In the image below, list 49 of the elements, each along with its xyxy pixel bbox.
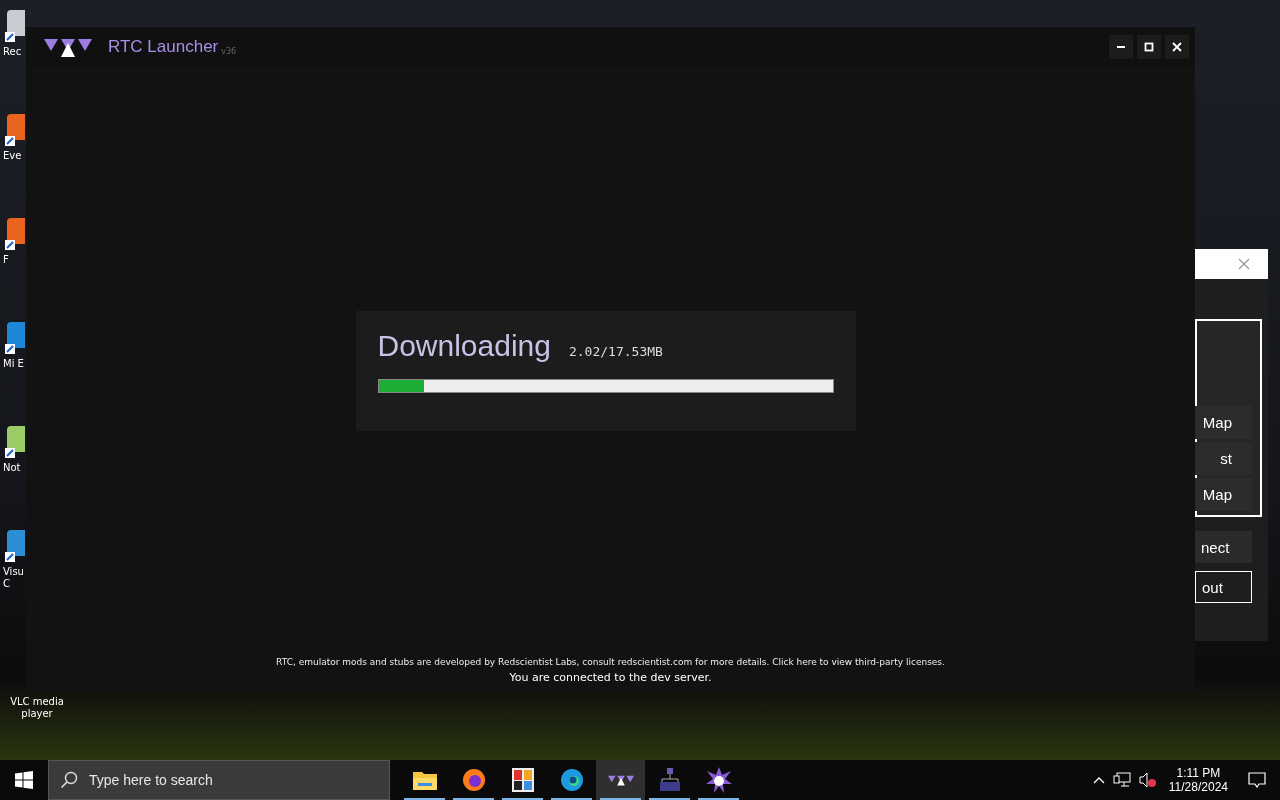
shortcut-label[interactable]: Rec: [3, 46, 22, 58]
muted-speaker-icon[interactable]: [1138, 772, 1157, 788]
minimize-button[interactable]: [1109, 35, 1133, 59]
minimize-icon: [1117, 46, 1125, 48]
edge-icon: [559, 768, 584, 792]
close-icon: [1172, 42, 1182, 52]
taskbar-app-button[interactable]: [596, 760, 645, 800]
shortcut-label[interactable]: Eve: [3, 150, 22, 162]
maximize-icon: [1144, 42, 1154, 52]
spiky-star-icon: [705, 767, 732, 793]
app-shortcut-icon[interactable]: [3, 426, 25, 460]
app-shortcut-icon[interactable]: [3, 114, 25, 148]
chevron-up-icon[interactable]: [1092, 776, 1105, 784]
panel-button[interactable]: st: [1195, 442, 1252, 475]
close-icon[interactable]: [1238, 258, 1250, 270]
shortcut-label[interactable]: F: [3, 254, 9, 266]
window-button[interactable]: out: [1195, 571, 1252, 603]
connection-status: You are connected to the dev server.: [509, 671, 712, 684]
logo-icon: [44, 37, 92, 57]
download-size: 2.02/17.53MB: [568, 344, 663, 359]
window-title: RTC Launcher: [108, 37, 219, 57]
search-field[interactable]: Type here to search: [48, 760, 390, 800]
app-shortcut-icon[interactable]: [3, 10, 25, 44]
app-shortcut-icon[interactable]: [3, 322, 25, 356]
maximize-button[interactable]: [1137, 35, 1161, 59]
shortcut-label[interactable]: Visu C: [3, 566, 25, 590]
app-shortcut-icon[interactable]: [3, 218, 25, 252]
credits-text[interactable]: RTC, emulator mods and stubs are developed by Redscientist Labs, consult redscientist.com for more details. Click here to view third-party licenses.: [276, 657, 945, 667]
logo-icon: [607, 773, 634, 787]
version-label: v36: [221, 46, 237, 56]
app-shortcut-icon[interactable]: [3, 530, 25, 564]
clock-date[interactable]: 11/28/2024: [1168, 780, 1228, 794]
shortcut-label[interactable]: VLC media player: [7, 696, 67, 720]
download-title: Downloading: [377, 329, 551, 363]
notification-icon[interactable]: [1248, 772, 1266, 788]
close-button[interactable]: [1165, 35, 1189, 59]
network-icon[interactable]: [1112, 772, 1131, 788]
panel-button[interactable]: Map: [1195, 478, 1252, 511]
window-button[interactable]: nect: [1195, 531, 1252, 563]
tiles-icon: [511, 768, 534, 792]
folder-icon: [412, 770, 437, 790]
network-tree-icon: [657, 768, 682, 792]
search-icon: [60, 771, 78, 789]
shortcut-label[interactable]: Mi E: [3, 358, 24, 370]
firefox-icon: [461, 768, 486, 792]
windows-start-icon[interactable]: [15, 771, 33, 789]
clock-time[interactable]: 1:11 PM: [1176, 766, 1221, 780]
shortcut-label[interactable]: Not: [3, 462, 21, 474]
panel-button[interactable]: Map: [1195, 406, 1252, 439]
